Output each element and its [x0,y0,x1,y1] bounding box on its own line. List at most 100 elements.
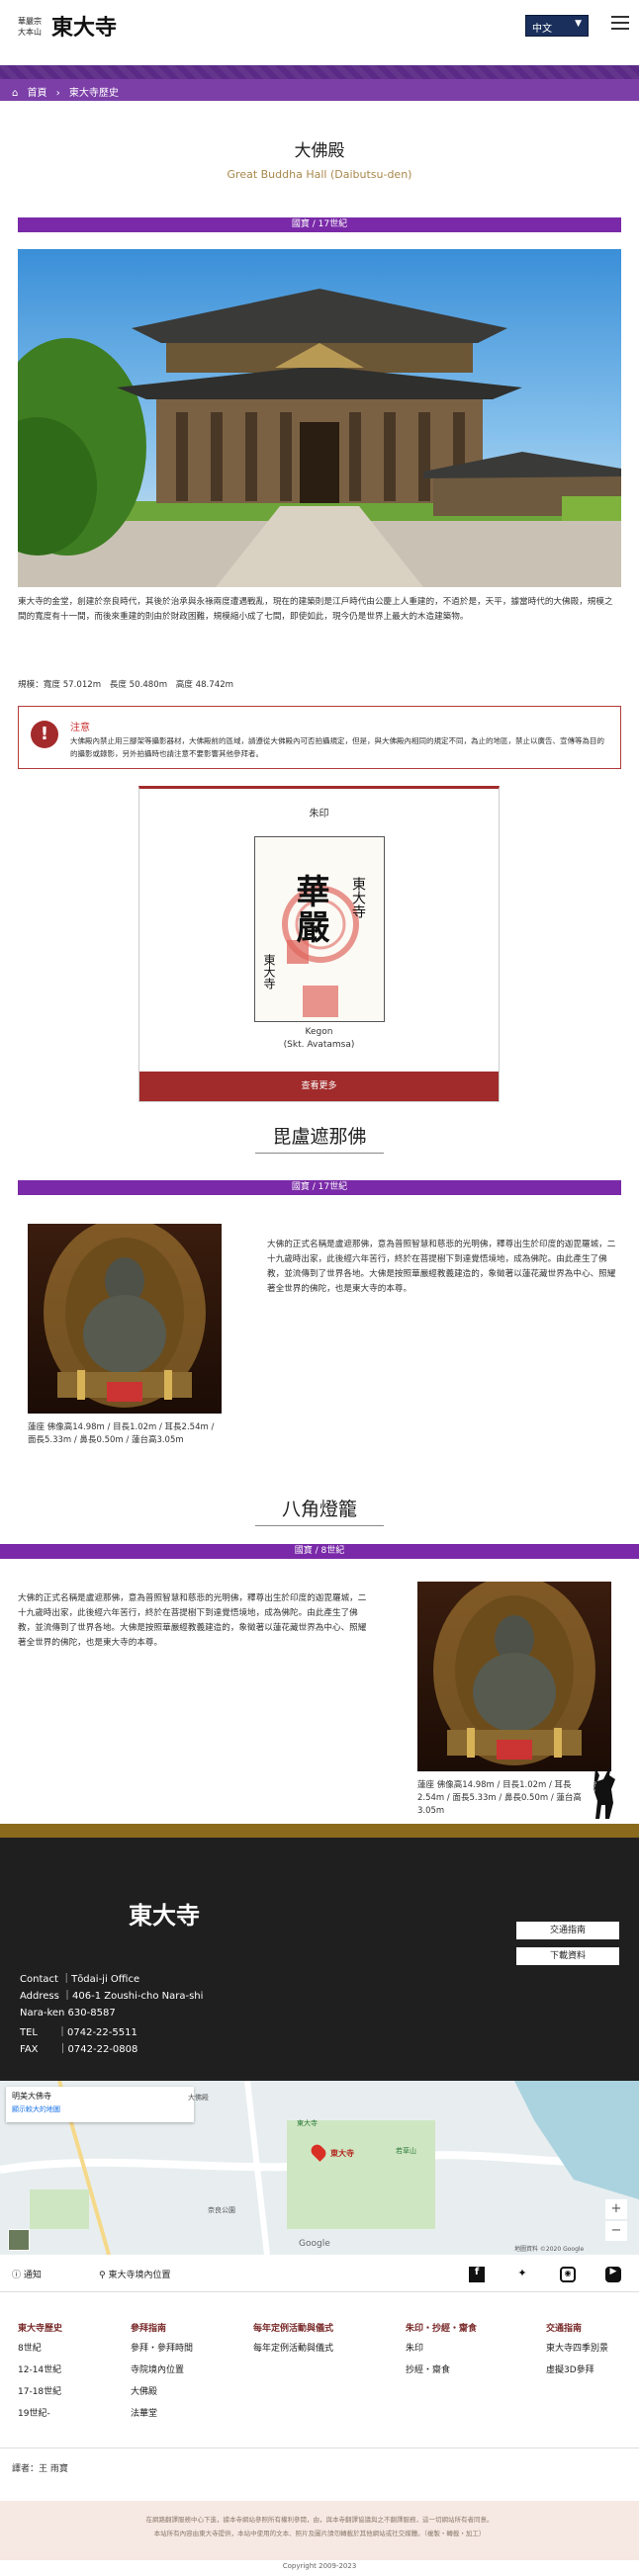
notice-label: 通知 [23,2271,42,2280]
sitemap-col-access: 交通指南 東大寺四季別景 虛擬3D參拜 [546,2321,635,2381]
copyright: Copyright 2009-2023 [282,2562,357,2570]
access-guide-button[interactable]: 交通指南 [516,1922,619,1939]
twitter-icon[interactable]: ✦ [514,2267,530,2282]
page-top-deer-icon[interactable]: Page Top [588,1761,621,1823]
hall-dimensions: 規模：寬度 57.012m 長度 50.480m 高度 48.742m [18,680,234,690]
page-top-label: Page Top [590,1781,596,1808]
logo-line2: 大本山 [18,28,42,37]
lantern-title: 八角燈籠 [281,1499,357,1520]
sitemap-heading[interactable]: 參拜指南 [131,2321,239,2334]
hall-subtitle: Great Buddha Hall (Daibutsu-den) [227,168,412,181]
svg-text:東大寺: 東大寺 [262,954,276,989]
lantern-caption: 蓮座 佛像高14.98m / 目長1.02m / 耳長2.54m / 面長5.3… [417,1780,582,1816]
menu-icon[interactable] [611,16,629,32]
notice-body: 大佛殿內禁止用三腳架等攝影器材，大佛殿前的區域，請遵從大佛殿內可否拍攝規定，但是… [70,736,604,758]
exclamation-icon: ! [31,721,58,748]
logo-sect: 華嚴宗 大本山 [18,16,42,38]
notice-title: 注意 [70,723,90,733]
goshuin-title: 朱印 [309,809,329,819]
map-attribution: 地圖資料 ©2020 Google [514,2246,585,2253]
translator-credit: 譯者：王 雨寶 [12,2464,68,2474]
sitemap-link[interactable]: 8世紀 [18,2338,117,2360]
sitemap-heading[interactable]: 東大寺歷史 [18,2321,117,2334]
language-value: 中文 [532,24,552,35]
sitemap-link[interactable]: 寺院境內位置 [131,2360,239,2381]
sitemap-heading[interactable]: 每年定例活動與儀式 [253,2321,382,2334]
copyright-note-1: 在網路翻譯服務中心下進，據本寺網站參照所有權利參閱，由，與本寺翻譯協議與之不翻譯… [145,2516,494,2524]
location-link[interactable]: ⚲ 東大寺境內位置 [99,2268,170,2280]
language-select[interactable]: 中文 ▼ [525,15,589,37]
footer-logo[interactable]: 東大寺 [129,1896,200,1931]
sitemap-link[interactable]: 朱印 [406,2338,504,2360]
map-label-3: 若草山 [396,2147,416,2155]
svg-text:東大寺: 東大寺 [350,877,366,918]
great-buddha-photo [28,1224,222,1414]
site-logo[interactable]: 東大寺 [51,10,117,42]
lantern-photo [417,1582,611,1771]
vairocana-caption: 蓮座 佛像高14.98m / 目長1.02m / 耳長2.54m / 面長5.3… [28,1422,215,1445]
info-icon: ⓘ [12,2271,22,2280]
hall-description: 東大寺的金堂，創建於奈良時代，其後於治承與永祿兩度遭遇戰亂，現在的建築則是江戶時… [18,597,613,622]
youtube-icon[interactable]: ▶ [605,2267,621,2282]
breadcrumb-home[interactable]: 首頁 [28,88,47,99]
breadcrumb-sep: › [55,88,60,99]
location-label: 東大寺境內位置 [108,2271,171,2280]
sitemap-link[interactable]: 12-14世紀 [18,2360,117,2381]
great-buddha-hall-photo [18,249,621,587]
map-card-title: 明美大佛寺 [12,2092,51,2101]
social-bar: ⓘ 通知 ⚲ 東大寺境內位置 f ✦ ◉ ▶ [0,2257,639,2292]
sitemap-link[interactable]: 參拜・參拜時間 [131,2338,239,2360]
facebook-icon[interactable]: f [469,2267,485,2282]
sitemap-link[interactable]: 抄經・齋食 [406,2360,504,2381]
sitemap-col-guide: 參拜指南 參拜・參拜時間 寺院境內位置 大佛殿 法華堂 [131,2321,239,2425]
hall-period-bar: 國寶 / 17世紀 [18,217,621,232]
footer-address-1: Address ｜406-1 Zoushi-cho Nara-shi [20,1991,204,2002]
lantern-period-bar: 國寶 / 8世紀 [0,1544,639,1559]
section-divider [255,1525,384,1526]
sitemap-link[interactable]: 法華堂 [131,2403,239,2425]
sitemap-link[interactable]: 19世紀- [18,2403,117,2425]
footer-contact: Contact ｜Tōdai-ji Office [20,1974,140,1985]
sitemap-heading[interactable]: 交通指南 [546,2321,635,2334]
notice-link[interactable]: ⓘ 通知 [12,2268,42,2280]
sitemap-link[interactable]: 17-18世紀 [18,2381,117,2403]
home-icon[interactable]: ⌂ [12,88,18,99]
goshuin-main-char: 華嚴 [290,874,329,945]
footer-fax: FAX ｜0742-22-0808 [20,2044,138,2055]
map-label-2: 大佛殿 [188,2094,209,2102]
divider [0,2447,639,2448]
lantern-description: 大佛的正式名稱是盧遮那佛，意為普照智慧和慈悲的光明佛，釋尊出生於印度的迦毘羅城，… [18,1593,367,1648]
map-satellite-toggle[interactable] [8,2229,30,2251]
footer-address-2: Nara-ken 630-8587 [20,2008,116,2018]
chevron-down-icon: ▼ [575,19,582,29]
map-larger-link[interactable]: 顯示較大的地圖 [12,2104,188,2114]
map-zoom-in-button[interactable]: + [605,2199,627,2219]
map-pin-label: 東大寺 [330,2149,354,2158]
hall-title: 大佛殿 [294,141,345,161]
breadcrumb: ⌂ 首頁 › 東大寺歷史 [0,79,639,101]
map-label-4: 奈良公園 [208,2206,235,2214]
sitemap-col-events: 每年定例活動與儀式 每年定例活動與儀式 [253,2321,382,2360]
sitemap-link[interactable]: 虛擬3D參拜 [546,2360,635,2381]
vairocana-period-bar: 國寶 / 17世紀 [18,1180,621,1195]
map-marker-icon: ⚲ [99,2271,106,2280]
google-logo: Google [299,2239,330,2249]
instagram-icon[interactable]: ◉ [560,2267,576,2282]
map-label-1: 東大寺 [297,2119,318,2127]
logo-line1: 華嚴宗 [18,17,42,26]
map-zoom-out-button[interactable]: − [605,2221,627,2241]
sitemap-link[interactable]: 大佛殿 [131,2381,239,2403]
google-map[interactable]: 明美大佛寺 顯示較大的地圖 東大寺 東大寺 大佛殿 若草山 奈良公園 Googl… [0,2081,639,2255]
sitemap-link[interactable]: 每年定例活動與儀式 [253,2338,382,2360]
goshuin-caption-2: (Skt. Avatamsa) [283,1040,355,1050]
section-divider [255,1153,384,1154]
view-more-button[interactable]: 查看更多 [139,1072,499,1101]
vairocana-description: 大佛的正式名稱是盧遮那佛，意為普照智慧和慈悲的光明佛，釋尊出生於印度的迦毘羅城，… [267,1240,616,1294]
sitemap-heading[interactable]: 朱印・抄經・齋食 [406,2321,504,2334]
footer-tel: TEL ｜0742-22-5511 [20,2027,137,2038]
breadcrumb-current: 東大寺歷史 [68,88,119,99]
download-button[interactable]: 下載資料 [516,1947,619,1965]
goshuin-caption: Kegon (Skt. Avatamsa) [139,1026,499,1052]
goshuin-card: 朱印 東大寺 東大寺 華嚴 Kegon (Skt. Avatamsa) 查看更多 [138,786,500,1102]
sitemap-link[interactable]: 東大寺四季別景 [546,2338,635,2360]
